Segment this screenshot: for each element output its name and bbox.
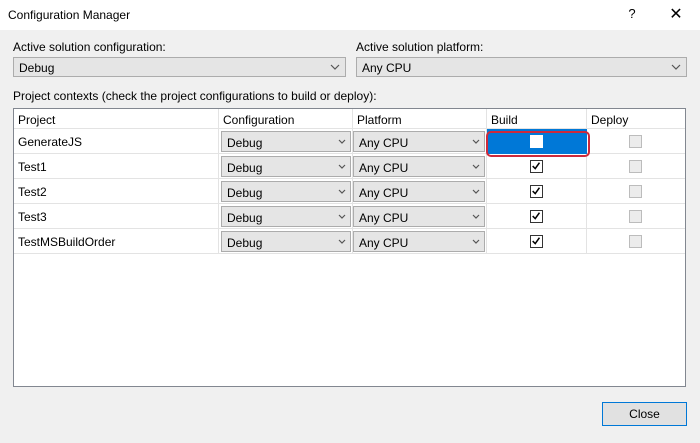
chevron-down-icon [337, 134, 347, 150]
column-header-platform[interactable]: Platform [353, 109, 487, 129]
project-name: TestMSBuildOrder [18, 235, 116, 249]
platform-cell: Any CPU [353, 204, 487, 229]
deploy-cell [587, 154, 685, 179]
table-row: Test1 Debug Any CPU [14, 154, 685, 179]
platform-dropdown[interactable]: Any CPU [353, 181, 485, 202]
active-config-label: Active solution configuration: [13, 40, 166, 54]
platform-value: Any CPU [359, 136, 409, 150]
build-cell-highlight [486, 131, 590, 157]
project-name: Test3 [18, 210, 47, 224]
active-platform-label: Active solution platform: [356, 40, 484, 54]
configuration-cell: Debug [219, 154, 353, 179]
configuration-cell: Debug [219, 229, 353, 254]
column-header-label: Deploy [591, 113, 629, 127]
active-config-dropdown[interactable]: Debug [13, 57, 346, 77]
platform-cell: Any CPU [353, 154, 487, 179]
platform-cell: Any CPU [353, 179, 487, 204]
chevron-down-icon [471, 134, 481, 150]
project-name: GenerateJS [18, 135, 83, 149]
build-cell [487, 229, 587, 254]
window-close-button[interactable]: ✕ [664, 4, 688, 26]
active-config-value: Debug [19, 61, 55, 75]
project-cell: Test2 [14, 179, 219, 204]
chevron-down-icon [330, 64, 340, 70]
chevron-down-icon [471, 184, 481, 200]
window-title: Configuration Manager [8, 8, 131, 22]
configuration-value: Debug [227, 186, 263, 200]
build-checkbox[interactable] [530, 210, 543, 223]
active-platform-value: Any CPU [362, 61, 412, 75]
deploy-cell [587, 229, 685, 254]
close-button[interactable]: Close [602, 402, 687, 426]
column-header-configuration[interactable]: Configuration [219, 109, 353, 129]
deploy-checkbox [629, 160, 642, 173]
platform-value: Any CPU [359, 161, 409, 175]
platform-cell: Any CPU [353, 229, 487, 254]
chevron-down-icon [337, 159, 347, 175]
project-contexts-label: Project contexts (check the project conf… [13, 89, 377, 103]
configuration-cell: Debug [219, 179, 353, 204]
project-cell: Test3 [14, 204, 219, 229]
deploy-cell [587, 179, 685, 204]
help-button[interactable]: ? [622, 6, 642, 24]
platform-dropdown[interactable]: Any CPU [353, 156, 485, 177]
column-header-project[interactable]: Project [14, 109, 219, 129]
column-header-label: Build [491, 113, 518, 127]
chevron-down-icon [471, 209, 481, 225]
build-checkbox[interactable] [530, 235, 543, 248]
project-cell: TestMSBuildOrder [14, 229, 219, 254]
deploy-cell [587, 129, 685, 154]
configuration-value: Debug [227, 211, 263, 225]
table-row: TestMSBuildOrder Debug Any CPU [14, 229, 685, 254]
chevron-down-icon [671, 64, 681, 70]
table-row: Test3 Debug Any CPU [14, 204, 685, 229]
platform-dropdown[interactable]: Any CPU [353, 231, 485, 252]
configuration-value: Debug [227, 161, 263, 175]
table-row: Test2 Debug Any CPU [14, 179, 685, 204]
platform-value: Any CPU [359, 186, 409, 200]
build-checkbox[interactable] [530, 160, 543, 173]
title-bar: Configuration Manager ? ✕ [0, 0, 700, 30]
column-header-build[interactable]: Build [487, 109, 587, 129]
platform-value: Any CPU [359, 211, 409, 225]
configuration-cell: Debug [219, 204, 353, 229]
platform-dropdown[interactable]: Any CPU [353, 131, 485, 152]
column-header-deploy[interactable]: Deploy [587, 109, 685, 129]
platform-dropdown[interactable]: Any CPU [353, 206, 485, 227]
deploy-cell [587, 204, 685, 229]
project-contexts-grid: Project Configuration Platform Build Dep… [13, 108, 686, 387]
configuration-dropdown[interactable]: Debug [221, 231, 351, 252]
build-checkbox[interactable] [530, 185, 543, 198]
platform-value: Any CPU [359, 236, 409, 250]
configuration-dropdown[interactable]: Debug [221, 156, 351, 177]
chevron-down-icon [337, 209, 347, 225]
deploy-checkbox [629, 135, 642, 148]
chevron-down-icon [471, 234, 481, 250]
chevron-down-icon [337, 234, 347, 250]
column-header-label: Project [18, 113, 56, 127]
configuration-dropdown[interactable]: Debug [221, 181, 351, 202]
chevron-down-icon [471, 159, 481, 175]
project-name: Test2 [18, 185, 47, 199]
configuration-dropdown[interactable]: Debug [221, 206, 351, 227]
configuration-dropdown[interactable]: Debug [221, 131, 351, 152]
active-platform-dropdown[interactable]: Any CPU [356, 57, 687, 77]
chevron-down-icon [337, 184, 347, 200]
build-cell [487, 179, 587, 204]
project-cell: Test1 [14, 154, 219, 179]
project-cell: GenerateJS [14, 129, 219, 154]
project-name: Test1 [18, 160, 47, 174]
configuration-value: Debug [227, 236, 263, 250]
column-header-label: Configuration [223, 113, 295, 127]
build-cell [487, 154, 587, 179]
deploy-checkbox [629, 185, 642, 198]
column-header-label: Platform [357, 113, 402, 127]
deploy-checkbox [629, 235, 642, 248]
build-cell [487, 204, 587, 229]
configuration-cell: Debug [219, 129, 353, 154]
platform-cell: Any CPU [353, 129, 487, 154]
deploy-checkbox [629, 210, 642, 223]
configuration-value: Debug [227, 136, 263, 150]
